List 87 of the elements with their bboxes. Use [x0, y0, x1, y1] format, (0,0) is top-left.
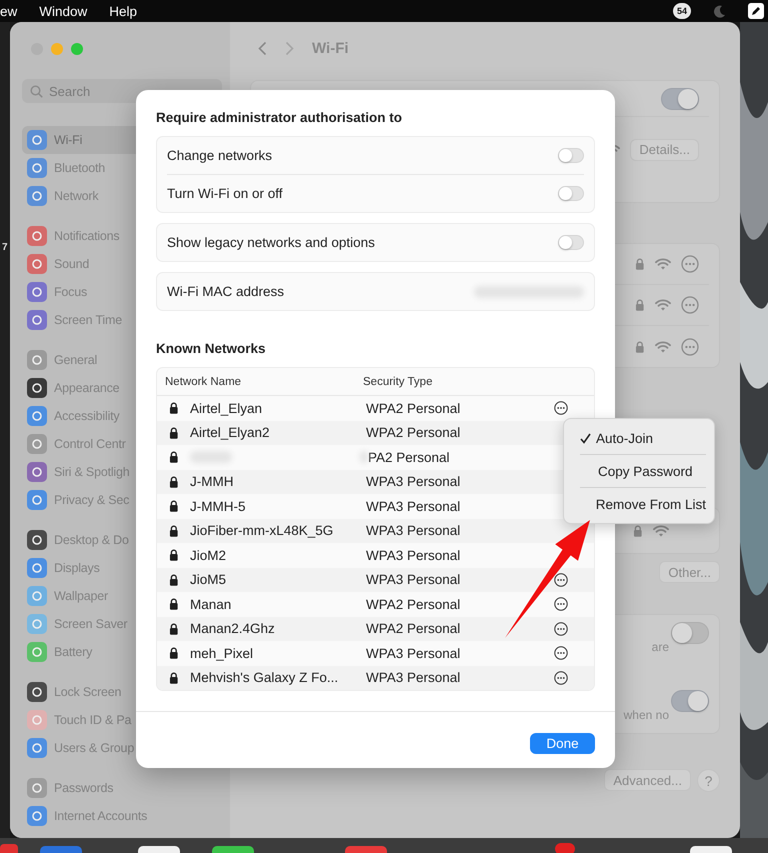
pen-icon[interactable] — [748, 3, 764, 19]
security-type: WPA2 Personal — [366, 621, 462, 636]
lock-icon — [168, 451, 178, 464]
setting-label: Wi-Fi MAC address — [167, 284, 284, 299]
menu-item[interactable]: Copy Password — [580, 454, 706, 487]
zoom-icon[interactable] — [71, 42, 83, 54]
more-icon[interactable] — [554, 646, 568, 660]
toggle-switch[interactable] — [661, 88, 699, 110]
security-type: WPA3 Personal — [366, 646, 462, 661]
option-description: when no — [624, 708, 669, 722]
sidebar-item[interactable]: Screen Time — [22, 306, 222, 334]
menu-item[interactable]: Auto-Join — [572, 422, 706, 454]
moon-icon[interactable] — [713, 4, 726, 18]
security-type: WPA2 Personal — [366, 400, 462, 416]
help-button[interactable]: ? — [697, 769, 720, 792]
network-name: meh_Pixel — [190, 646, 254, 661]
network-name: JioFiber-mm-xL48K_5G — [190, 523, 334, 538]
network-name: Manan — [190, 596, 232, 612]
network-name: J-MMH — [190, 474, 234, 490]
security-type: WPA3 Personal — [366, 498, 462, 514]
security-type: WPA3 Personal — [366, 523, 462, 538]
search-icon — [30, 84, 43, 98]
other-button[interactable]: Other... — [659, 561, 720, 583]
network-name: J-MMH-5 — [190, 498, 246, 514]
network-name: JioM2 — [190, 548, 228, 563]
security-type: WPA3 Personal — [366, 670, 462, 686]
section-title: Known Networks — [156, 341, 267, 357]
setting-label: Turn Wi-Fi on or off — [167, 186, 283, 201]
details-button[interactable]: Details... — [630, 138, 699, 160]
forward-icon[interactable] — [285, 41, 294, 56]
security-type: WPA3 Personal — [366, 572, 462, 588]
sidebar-item[interactable]: Touch ID & Pa — [22, 706, 222, 734]
security-type: PA2 Personal — [368, 450, 450, 465]
lock-icon — [168, 622, 178, 635]
lock-icon — [168, 402, 178, 414]
menu-bar-item[interactable]: Help — [109, 4, 138, 18]
more-icon[interactable] — [554, 622, 568, 636]
lock-icon — [168, 647, 178, 660]
security-type: WPA3 Personal — [366, 548, 462, 563]
advanced-button[interactable]: Advanced... — [604, 769, 691, 791]
security-type: WPA2 Personal — [366, 596, 462, 612]
check-icon — [580, 432, 591, 444]
section-title: Require administrator authorisation to — [156, 110, 404, 126]
toggle-switch[interactable] — [558, 186, 584, 201]
more-icon[interactable] — [554, 572, 568, 587]
setting-label: Show legacy networks and options — [167, 235, 375, 250]
network-name: Manan2.4Ghz — [190, 621, 276, 636]
toggle-switch[interactable] — [558, 235, 584, 250]
menu-item[interactable]: Remove From List — [580, 487, 706, 520]
notification-badge[interactable]: 54 — [673, 3, 691, 19]
lock-icon — [168, 426, 178, 439]
sidebar-item[interactable]: Users & Group — [22, 734, 222, 762]
back-icon[interactable] — [258, 41, 267, 56]
desktop-text: 7 — [2, 242, 9, 253]
lock-icon — [635, 299, 645, 311]
toggle-switch[interactable] — [671, 622, 709, 644]
menu-bar-item[interactable]: Window — [39, 4, 88, 18]
column-header[interactable]: Network Name — [165, 376, 363, 388]
network-name: Airtel_Elyan2 — [190, 425, 271, 440]
lock-icon — [168, 476, 178, 488]
window-title: Wi-Fi — [312, 40, 349, 57]
security-type: WPA3 Personal — [366, 474, 462, 490]
toggle-switch[interactable] — [671, 690, 709, 712]
menu-bar-item[interactable]: ew — [0, 4, 18, 18]
sidebar-item[interactable]: Internet Accounts — [22, 802, 222, 830]
more-icon[interactable] — [554, 670, 568, 685]
lock-icon — [168, 500, 178, 512]
column-header[interactable]: Security Type — [363, 376, 594, 388]
lock-icon — [168, 598, 178, 610]
option-description: are — [652, 640, 669, 654]
more-icon[interactable] — [554, 401, 568, 416]
lock-icon — [635, 258, 645, 270]
lock-icon — [168, 549, 178, 562]
sidebar-item[interactable]: Sound — [22, 250, 222, 278]
toggle-switch[interactable] — [558, 148, 584, 163]
network-name: Mehvish's Galaxy Z Fo... — [190, 670, 340, 686]
network-name: Airtel_Elyan — [190, 400, 264, 416]
lock-icon — [635, 340, 645, 352]
lock-icon — [168, 672, 178, 684]
lock-icon — [168, 524, 178, 537]
sidebar-item[interactable]: Passwords — [22, 774, 222, 802]
more-icon[interactable] — [554, 597, 568, 612]
security-type: WPA2 Personal — [366, 425, 462, 440]
lock-icon — [633, 524, 643, 536]
lock-icon — [168, 574, 178, 586]
network-name: JioM5 — [190, 572, 228, 588]
done-button[interactable]: Done — [530, 733, 595, 754]
